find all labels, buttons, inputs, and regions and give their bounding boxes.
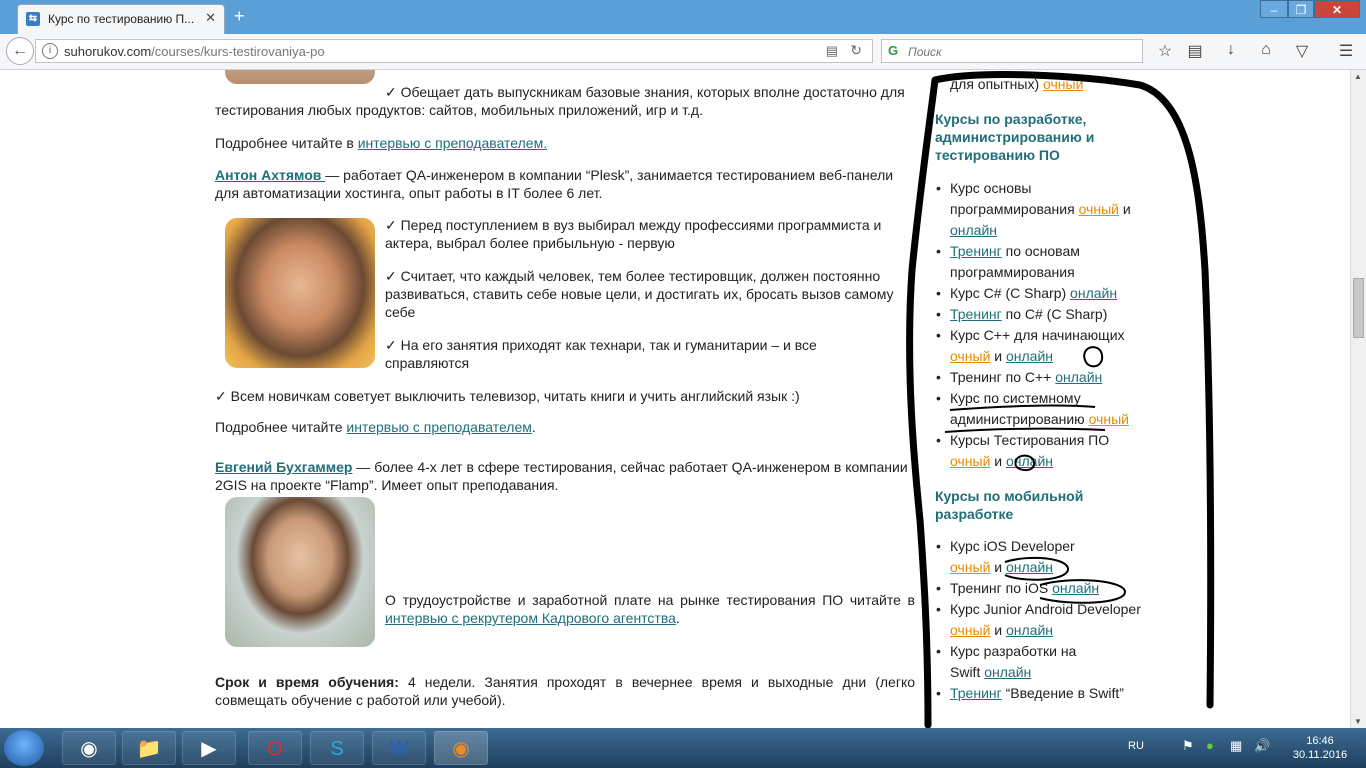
home-icon[interactable]: ⌂: [1254, 41, 1278, 59]
clock-date: 30.11.2016: [1292, 749, 1348, 761]
browser-tab[interactable]: ⇆ Курс по тестированию П... ✕: [17, 4, 225, 34]
system-clock[interactable]: 16:46 30.11.2016: [1290, 734, 1350, 762]
scroll-down-icon[interactable]: ▼: [1354, 717, 1362, 726]
site-info-icon[interactable]: i: [42, 43, 58, 59]
window-minimize-button[interactable]: –: [1260, 0, 1288, 18]
annotation-circle-3: [1004, 556, 1069, 581]
new-tab-button[interactable]: +: [234, 6, 245, 27]
reader-view-icon[interactable]: ▤: [826, 43, 838, 59]
search-engine-icon[interactable]: G: [888, 43, 898, 58]
annotation-circle-2: [1014, 454, 1036, 472]
vertical-scrollbar[interactable]: ▲ ▼: [1350, 70, 1366, 728]
skype-taskbar-icon[interactable]: S: [310, 731, 364, 765]
opera-taskbar-icon[interactable]: O: [248, 731, 302, 765]
clock-time: 16:46: [1306, 735, 1334, 747]
back-button[interactable]: ←: [6, 37, 34, 65]
window-close-button[interactable]: ✕: [1314, 0, 1360, 18]
annotation-circle-1: [1083, 346, 1104, 368]
windows-taskbar: ◉ 📁 ▶ O S W ◉ RU ⚑ ● ▦ 🔊 16:46 30.11.2016: [0, 728, 1366, 768]
tab-title: Курс по тестированию П...: [48, 12, 195, 26]
bookmarks-list-icon[interactable]: ▤: [1183, 41, 1207, 61]
scrollbar-thumb[interactable]: [1353, 278, 1364, 338]
annotation-circle-4: [1039, 579, 1127, 604]
firefox-taskbar-icon[interactable]: ◉: [434, 731, 488, 765]
bookmark-star-icon[interactable]: ☆: [1153, 41, 1177, 61]
reload-icon[interactable]: ↻: [850, 42, 862, 59]
url-domain: suhorukov.com: [64, 44, 152, 59]
volume-icon[interactable]: 🔊: [1254, 738, 1270, 754]
url-text[interactable]: suhorukov.com/courses/kurs-testirovaniya…: [64, 44, 325, 59]
chrome-taskbar-icon[interactable]: ◉: [62, 731, 116, 765]
window-maximize-button[interactable]: ❐: [1288, 0, 1314, 18]
browser-title-bar: ⇆ Курс по тестированию П... ✕ + – ❐ ✕: [0, 0, 1366, 34]
pocket-icon[interactable]: ▽: [1290, 41, 1314, 61]
annotation-outline: [906, 71, 1215, 728]
search-input[interactable]: [906, 42, 1130, 62]
start-button[interactable]: [4, 730, 44, 766]
flag-icon[interactable]: ⚑: [1182, 738, 1194, 754]
address-bar[interactable]: i suhorukov.com/courses/kurs-testirovani…: [35, 39, 873, 63]
annotation-underline-2: [944, 427, 1106, 433]
search-box[interactable]: G: [881, 39, 1143, 63]
navigation-toolbar: ← i suhorukov.com/courses/kurs-testirova…: [0, 34, 1366, 70]
word-taskbar-icon[interactable]: W: [372, 731, 426, 765]
hand-drawn-annotation: [906, 71, 1215, 728]
tray-app-icon[interactable]: ●: [1206, 738, 1214, 753]
tab-close-icon[interactable]: ✕: [205, 10, 216, 26]
explorer-taskbar-icon[interactable]: 📁: [122, 731, 176, 765]
url-path: /courses/kurs-testirovaniya-po: [151, 44, 325, 59]
page-content: ✓ Обещает дать выпускникам базовые знани…: [0, 70, 1350, 728]
menu-icon[interactable]: ☰: [1334, 41, 1358, 61]
language-indicator[interactable]: RU: [1128, 740, 1144, 752]
site-favicon-icon: ⇆: [26, 12, 40, 26]
network-icon[interactable]: ▦: [1230, 738, 1242, 754]
downloads-icon[interactable]: ↓: [1219, 41, 1243, 59]
annotation-underline-1: [949, 404, 1096, 411]
scroll-up-icon[interactable]: ▲: [1354, 72, 1362, 81]
media-player-taskbar-icon[interactable]: ▶: [182, 731, 236, 765]
